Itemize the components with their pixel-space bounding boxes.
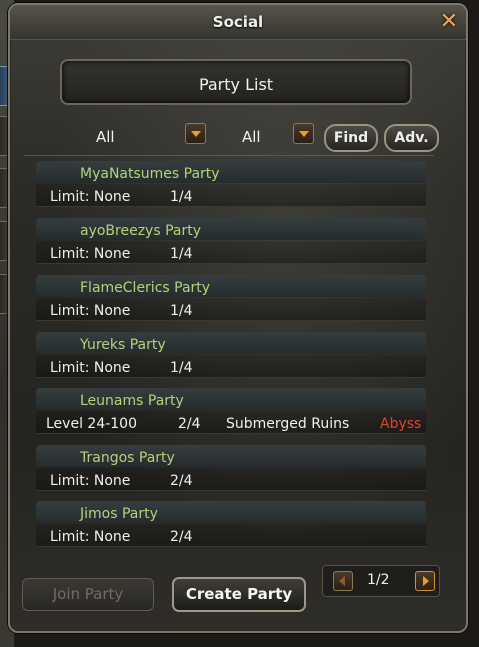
party-members: 2/4 (170, 473, 193, 489)
list-item[interactable]: Yureks Party Limit: None 1/4 (30, 331, 434, 385)
find-button[interactable]: Find (324, 124, 378, 152)
create-party-button[interactable]: Create Party (172, 577, 306, 612)
chevron-down-icon[interactable] (293, 123, 314, 144)
party-limit: Limit: None (50, 473, 131, 489)
chevron-down-icon[interactable] (185, 123, 206, 144)
party-limit: Limit: None (50, 303, 131, 319)
party-name: Leunams Party (80, 393, 184, 409)
filter-select-1-value: All (96, 128, 115, 146)
filter-select-2-value: All (242, 128, 261, 146)
list-item[interactable]: FlameClerics Party Limit: None 1/4 (30, 274, 434, 328)
filter-select-1[interactable]: All (24, 121, 209, 151)
page-indicator: 1/2 (367, 572, 390, 588)
party-members: 1/4 (170, 246, 193, 262)
chevron-right-icon[interactable] (415, 571, 435, 591)
pagination: 1/2 (322, 565, 440, 597)
advanced-button[interactable]: Adv. (384, 124, 439, 152)
party-name: Jimos Party (80, 506, 158, 522)
party-limit: Limit: None (50, 360, 131, 376)
party-type: Abyss (380, 416, 422, 432)
filter-select-2[interactable]: All (214, 121, 319, 151)
party-name: Trangos Party (80, 450, 175, 466)
party-list: MyaNatsumes Party Limit: None 1/4 ayoBre… (30, 160, 434, 555)
join-party-button[interactable]: Join Party (22, 578, 154, 611)
window-title: Social (212, 13, 264, 31)
chevron-left-icon[interactable] (333, 571, 353, 591)
page-title: Party List (198, 75, 274, 94)
party-members: 1/4 (170, 189, 193, 205)
party-members: 2/4 (170, 529, 193, 545)
party-location: Submerged Ruins (226, 416, 350, 432)
party-name: ayoBreezys Party (80, 223, 202, 239)
party-limit: Limit: None (50, 246, 131, 262)
party-name: MyaNatsumes Party (80, 166, 220, 182)
list-item[interactable]: MyaNatsumes Party Limit: None 1/4 (30, 160, 434, 214)
list-item[interactable]: Jimos Party Limit: None 2/4 (30, 500, 434, 554)
party-members: 1/4 (170, 303, 193, 319)
party-name: Yureks Party (80, 337, 166, 353)
party-members: 1/4 (170, 360, 193, 376)
list-item[interactable]: Leunams Party Level 24-100 2/4 Submerged… (30, 387, 434, 441)
list-item[interactable]: Trangos Party Limit: None 2/4 (30, 444, 434, 498)
title-bar[interactable]: Social ✕ (10, 5, 466, 40)
party-members: 2/4 (178, 416, 201, 432)
party-limit: Limit: None (50, 189, 131, 205)
list-item[interactable]: ayoBreezys Party Limit: None 1/4 (30, 217, 434, 271)
close-icon[interactable]: ✕ (438, 11, 460, 33)
party-list-header: Party List (60, 59, 412, 105)
party-limit: Level 24-100 (46, 416, 137, 432)
party-name: FlameClerics Party (80, 280, 211, 296)
party-limit: Limit: None (50, 529, 131, 545)
filter-row: All All Find Adv. (24, 121, 439, 156)
